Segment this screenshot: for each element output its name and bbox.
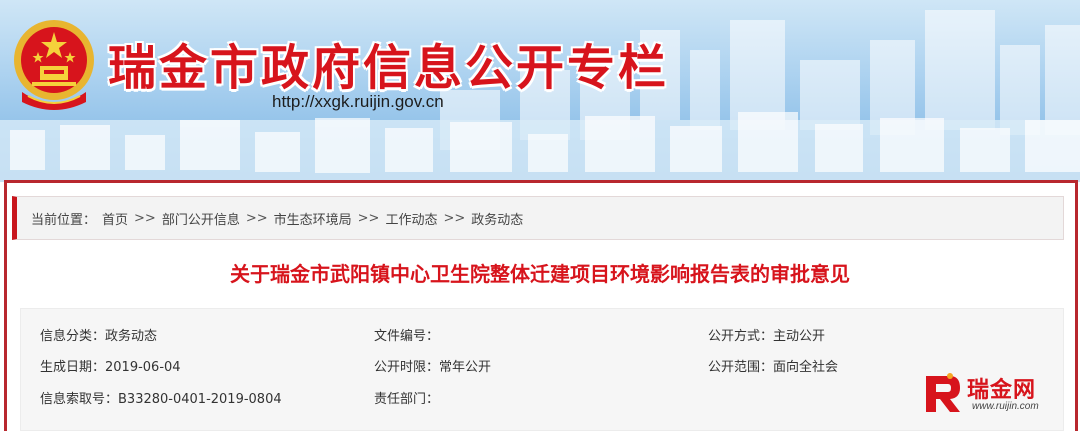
- breadcrumb-separator: >>: [245, 210, 268, 226]
- breadcrumb-item-department-info[interactable]: 部门公开信息: [162, 209, 240, 228]
- meta-scope: 公开范围：面向全社会: [708, 356, 838, 375]
- document-title: 关于瑞金市武阳镇中心卫生院整体迁建项目环境影响报告表的审批意见: [230, 262, 850, 286]
- meta-index-number-label: 信息索取号：: [40, 392, 119, 407]
- meta-department: 责任部门：: [374, 388, 439, 407]
- meta-date: 生成日期：2019-06-04: [40, 356, 181, 375]
- meta-open-mode-value: 主动公开: [773, 329, 826, 344]
- meta-category-label: 信息分类：: [40, 329, 106, 344]
- breadcrumb-separator: >>: [357, 210, 380, 226]
- meta-scope-value: 面向全社会: [773, 360, 839, 375]
- meta-doc-number-label: 文件编号：: [374, 329, 440, 344]
- national-emblem-icon: [14, 20, 94, 110]
- meta-category: 信息分类：政务动态: [40, 325, 157, 344]
- breadcrumb-item-ecology-bureau[interactable]: 市生态环境局: [274, 209, 352, 228]
- breadcrumb-item-work-news[interactable]: 工作动态: [385, 209, 437, 228]
- breadcrumb-separator: >>: [134, 210, 156, 226]
- header-banner: 瑞金市政府信息公开专栏 http://xxgk.ruijin.gov.cn: [0, 0, 1080, 182]
- breadcrumb: 当前位置： 首页 >> 部门公开信息 >> 市生态环境局 >> 工作动态 >> …: [12, 196, 1064, 240]
- site-url[interactable]: http://xxgk.ruijin.gov.cn: [272, 92, 444, 112]
- meta-date-label: 生成日期：: [40, 360, 106, 375]
- meta-index-number-value: B33280-0401-2019-0804: [118, 392, 282, 407]
- watermark-url: www.ruijin.com: [972, 401, 1039, 412]
- meta-category-value: 政务动态: [105, 329, 158, 344]
- site-title: 瑞金市政府信息公开专栏: [108, 40, 670, 96]
- meta-period-label: 公开时限：: [374, 360, 440, 375]
- meta-period: 公开时限：常年公开: [374, 356, 491, 375]
- breadcrumb-separator: >>: [443, 210, 466, 226]
- meta-index-number: 信息索取号：B33280-0401-2019-0804: [40, 388, 282, 407]
- breadcrumb-item-home[interactable]: 首页: [102, 209, 128, 228]
- breadcrumb-item-gov-news[interactable]: 政务动态: [471, 209, 523, 228]
- meta-scope-label: 公开范围：: [708, 360, 774, 375]
- meta-open-mode: 公开方式：主动公开: [708, 325, 825, 344]
- meta-period-value: 常年公开: [439, 360, 492, 375]
- watermark-text: 瑞金网: [967, 378, 1037, 403]
- breadcrumb-prefix: 当前位置：: [31, 212, 97, 228]
- meta-department-label: 责任部门：: [374, 392, 440, 407]
- meta-open-mode-label: 公开方式：: [708, 329, 774, 344]
- meta-date-value: 2019-06-04: [105, 360, 181, 375]
- meta-doc-number: 文件编号：: [374, 325, 439, 344]
